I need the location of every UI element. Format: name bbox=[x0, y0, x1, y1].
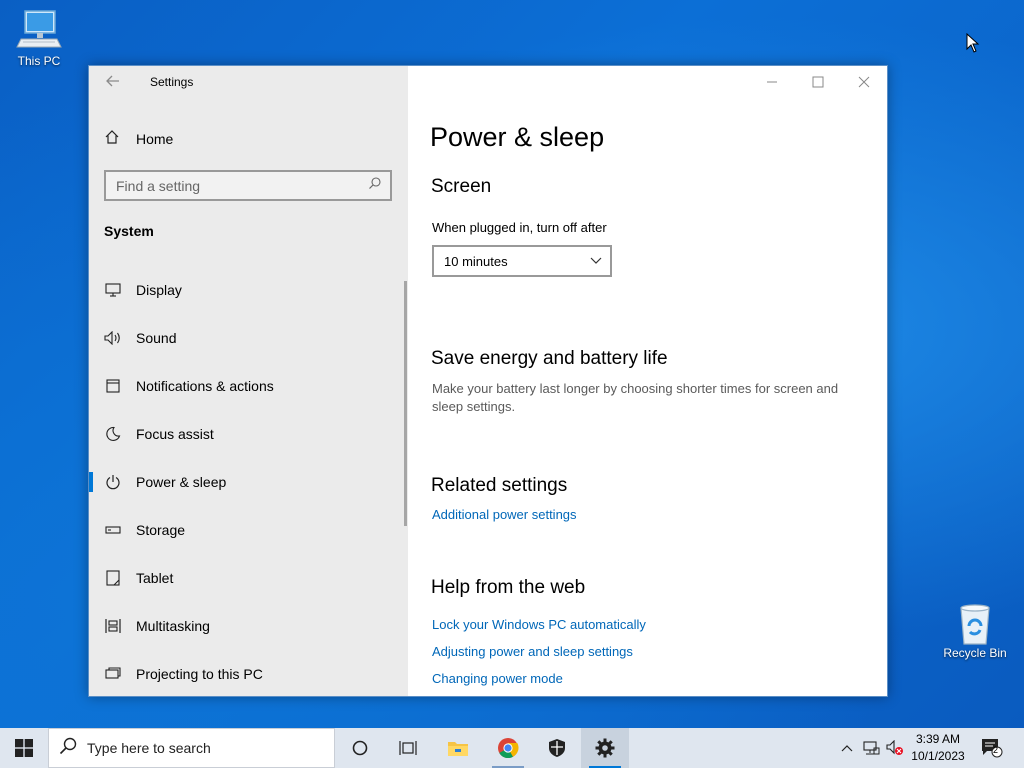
window-title: Settings bbox=[150, 75, 194, 89]
this-pc-label: This PC bbox=[17, 54, 61, 68]
maximize-button[interactable] bbox=[795, 66, 841, 98]
search-icon bbox=[59, 737, 77, 760]
projecting-icon bbox=[104, 665, 122, 683]
plugged-in-label: When plugged in, turn off after bbox=[432, 220, 607, 235]
windows-logo-icon bbox=[15, 739, 33, 757]
security-button[interactable] bbox=[533, 728, 581, 768]
search-icon[interactable] bbox=[368, 176, 382, 195]
help-link-lock-pc[interactable]: Lock your Windows PC automatically bbox=[432, 617, 646, 632]
additional-power-settings-link[interactable]: Additional power settings bbox=[432, 507, 577, 522]
multitasking-icon bbox=[104, 617, 122, 635]
sidebar-item-label: Focus assist bbox=[136, 426, 214, 442]
settings-content: Power & sleep Screen When plugged in, tu… bbox=[408, 66, 887, 696]
tablet-icon bbox=[104, 569, 122, 587]
taskbar: 3:39 AM 10/1/2023 2 bbox=[0, 728, 1024, 768]
help-heading: Help from the web bbox=[431, 577, 586, 598]
maximize-icon bbox=[812, 76, 824, 88]
help-link-power-sleep[interactable]: Adjusting power and sleep settings bbox=[432, 644, 633, 659]
sidebar-item-label: Projecting to this PC bbox=[136, 666, 263, 682]
notifications-icon bbox=[104, 377, 122, 395]
chevron-down-icon bbox=[590, 252, 602, 270]
recycle-bin-icon bbox=[951, 600, 999, 645]
sidebar-item-label: Notifications & actions bbox=[136, 378, 274, 394]
close-icon bbox=[858, 76, 870, 88]
back-arrow-icon[interactable] bbox=[105, 73, 125, 93]
home-nav-item[interactable]: Home bbox=[104, 129, 173, 149]
speaker-icon bbox=[104, 329, 122, 347]
page-title: Power & sleep bbox=[430, 122, 605, 152]
file-explorer-icon bbox=[448, 742, 468, 756]
action-center-button[interactable]: 2 bbox=[980, 728, 1004, 768]
monitor-icon bbox=[104, 281, 122, 299]
storage-icon bbox=[104, 521, 122, 539]
settings-taskbar-button[interactable] bbox=[581, 728, 629, 768]
sidebar-item-multitasking[interactable]: Multitasking bbox=[89, 606, 403, 646]
notification-count-badge: 2 bbox=[993, 745, 999, 755]
show-hidden-icons-button[interactable] bbox=[838, 728, 856, 768]
save-energy-heading: Save energy and battery life bbox=[431, 348, 668, 369]
moon-icon bbox=[104, 425, 122, 443]
clock-date: 10/1/2023 bbox=[911, 749, 965, 763]
settings-window: Settings Home System Display bbox=[88, 65, 888, 697]
power-icon bbox=[104, 473, 122, 491]
window-controls bbox=[749, 66, 887, 98]
screen-heading: Screen bbox=[431, 176, 492, 197]
minimize-button[interactable] bbox=[749, 66, 795, 98]
close-button[interactable] bbox=[841, 66, 887, 98]
settings-gear-icon bbox=[595, 738, 615, 758]
sidebar-item-power-sleep[interactable]: Power & sleep bbox=[89, 462, 403, 502]
clock-time: 3:39 AM bbox=[915, 732, 961, 746]
sidebar-item-label: Tablet bbox=[136, 570, 174, 586]
sidebar-item-display[interactable]: Display bbox=[89, 270, 403, 310]
sidebar-item-label: Display bbox=[136, 282, 182, 298]
sidebar-item-label: Storage bbox=[136, 522, 186, 538]
security-shield-icon bbox=[549, 739, 565, 757]
taskbar-clock[interactable]: 3:39 AM 10/1/2023 bbox=[902, 731, 974, 765]
find-setting-input[interactable] bbox=[116, 177, 368, 194]
sidebar-item-tablet[interactable]: Tablet bbox=[89, 558, 403, 598]
help-link-power-mode[interactable]: Changing power mode bbox=[432, 671, 563, 686]
sidebar-item-sound[interactable]: Sound bbox=[89, 318, 403, 358]
home-label: Home bbox=[136, 131, 174, 147]
network-icon bbox=[863, 741, 880, 755]
task-view-icon bbox=[399, 741, 417, 755]
recycle-bin-label: Recycle Bin bbox=[943, 646, 1007, 660]
cortana-button[interactable] bbox=[336, 728, 384, 768]
recycle-bin-desktop-icon[interactable]: Recycle Bin bbox=[936, 600, 1014, 660]
mouse-cursor-icon bbox=[966, 33, 980, 53]
minimize-icon bbox=[767, 81, 777, 83]
notification-center-icon bbox=[982, 739, 1003, 758]
save-energy-description: Make your battery last longer by choosin… bbox=[432, 381, 839, 414]
chrome-button[interactable] bbox=[484, 728, 532, 768]
settings-sidebar: Settings Home System Display bbox=[89, 66, 408, 696]
sidebar-item-projecting[interactable]: Projecting to this PC bbox=[89, 654, 403, 694]
chrome-icon bbox=[498, 738, 519, 759]
computer-icon bbox=[15, 8, 63, 52]
file-explorer-button[interactable] bbox=[434, 728, 482, 768]
desktop: This PC Recycle Bin Settings Home Find a… bbox=[0, 0, 1024, 728]
sidebar-item-focus-assist[interactable]: Focus assist bbox=[89, 414, 403, 454]
taskbar-search-input[interactable] bbox=[87, 740, 307, 756]
task-view-button[interactable] bbox=[384, 728, 432, 768]
start-button[interactable] bbox=[0, 728, 48, 768]
taskbar-search[interactable] bbox=[48, 728, 335, 768]
chevron-up-icon bbox=[841, 745, 853, 752]
sidebar-item-label: Multitasking bbox=[136, 618, 210, 634]
sidebar-item-storage[interactable]: Storage bbox=[89, 510, 403, 550]
network-tray-button[interactable] bbox=[860, 728, 882, 768]
system-section-label: System bbox=[104, 223, 154, 239]
sidebar-item-notifications[interactable]: Notifications & actions bbox=[89, 366, 403, 406]
sidebar-item-label: Power & sleep bbox=[136, 474, 227, 490]
home-icon bbox=[104, 129, 120, 150]
sidebar-scrollbar[interactable] bbox=[404, 281, 407, 526]
cortana-icon bbox=[352, 740, 368, 756]
find-setting-search[interactable] bbox=[104, 170, 392, 201]
related-settings-heading: Related settings bbox=[431, 475, 568, 496]
screen-timeout-dropdown[interactable]: 10 minutes bbox=[432, 245, 612, 277]
sidebar-item-label: Sound bbox=[136, 330, 177, 346]
this-pc-desktop-icon[interactable]: This PC bbox=[0, 8, 78, 68]
screen-timeout-value: 10 minutes bbox=[444, 253, 508, 269]
